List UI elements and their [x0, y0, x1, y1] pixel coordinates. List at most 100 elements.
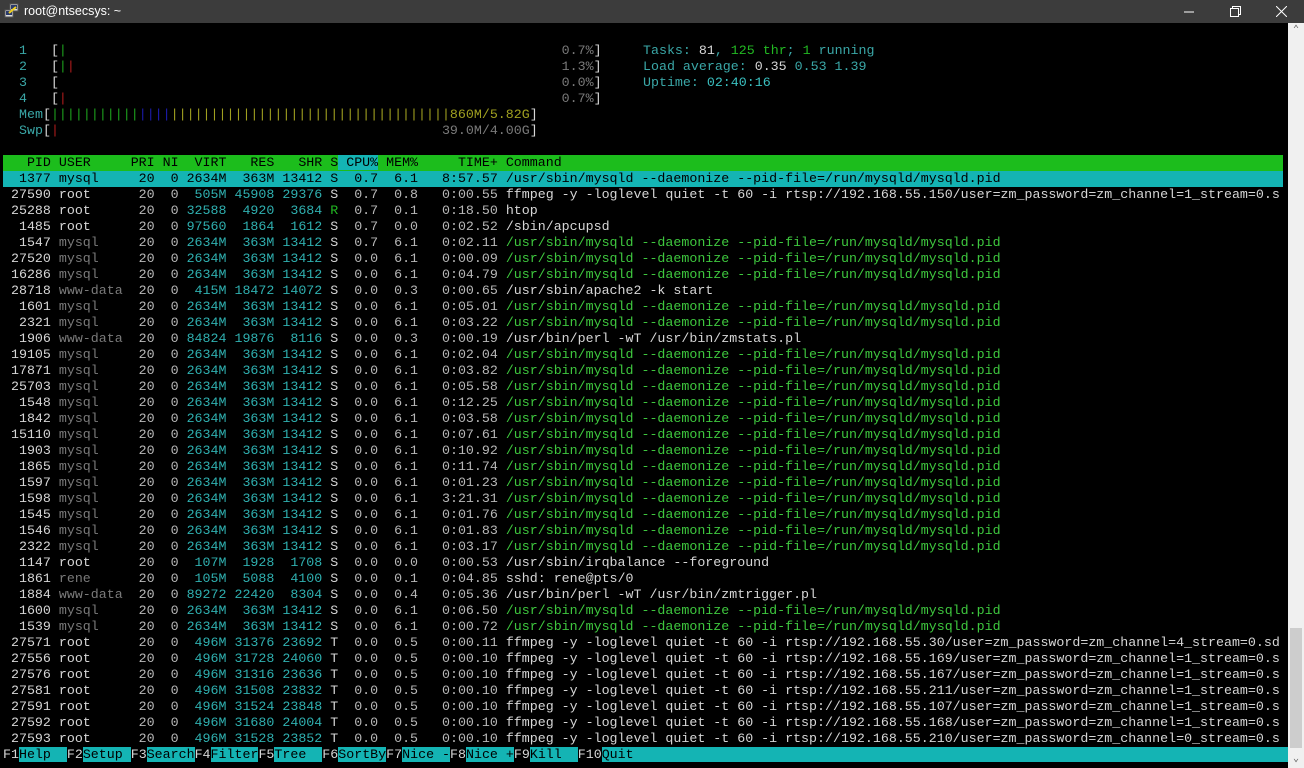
fkey-f8-button[interactable]: F8Nice +	[450, 747, 514, 762]
cell-ni: 0	[154, 203, 179, 218]
swap-meter: Swp[| 39.0M/4.00G]	[19, 123, 538, 139]
cell-cpu: 0.0	[338, 555, 379, 570]
cell-shr: 1612	[274, 219, 323, 234]
column-header-s[interactable]: S	[322, 155, 338, 170]
cell-ni: 0	[154, 523, 179, 538]
cell-mem: 0.8	[378, 187, 419, 202]
process-row[interactable]: 27556 root 20 0 496M 31728 24060 T 0.0 0…	[3, 651, 1280, 667]
process-row[interactable]: 1906 www-data 20 0 84824 19876 8116 S 0.…	[3, 331, 801, 347]
cell-shr: 8304	[274, 587, 323, 602]
cell-time: 0:10.92	[418, 443, 498, 458]
cell-virt: 496M	[178, 683, 227, 698]
meter-bracket-close: ]	[593, 43, 602, 58]
process-row[interactable]: 17871 mysql 20 0 2634M 363M 13412 S 0.0 …	[3, 363, 1001, 379]
cell-virt: 2634M	[178, 395, 227, 410]
process-row[interactable]: 1597 mysql 20 0 2634M 363M 13412 S 0.0 6…	[3, 475, 1001, 491]
process-row[interactable]: 1545 mysql 20 0 2634M 363M 13412 S 0.0 6…	[3, 507, 1001, 523]
scrollbar-thumb[interactable]	[1290, 628, 1302, 748]
process-row[interactable]: 27590 root 20 0 505M 45908 29376 S 0.7 0…	[3, 187, 1280, 203]
column-header-time[interactable]: TIME+	[418, 155, 498, 170]
fkey-f5-button[interactable]: F5Tree	[258, 747, 323, 762]
fkey-f2-button[interactable]: F2Setup	[67, 747, 131, 762]
cell-mem: 0.5	[378, 683, 419, 698]
process-row[interactable]: 27591 root 20 0 496M 31524 23848 T 0.0 0…	[3, 699, 1280, 715]
process-row[interactable]: 1884 www-data 20 0 89272 22420 8304 S 0.…	[3, 587, 817, 603]
cell-s: S	[322, 267, 339, 282]
cell-cpu: 0.0	[338, 427, 379, 442]
process-row[interactable]: 25703 mysql 20 0 2634M 363M 13412 S 0.0 …	[3, 379, 1001, 395]
terminal-area[interactable]: 1 [| 0.7%] 2 [|| 1.3%] 3 [0.0%] 4 [| 0.…	[0, 23, 1304, 768]
cell-ni: 0	[154, 171, 179, 186]
process-row[interactable]: 1547 mysql 20 0 2634M 363M 13412 S 0.7 6…	[3, 235, 1001, 251]
column-header-pri[interactable]: PRI	[123, 155, 155, 170]
process-row[interactable]: 16286 mysql 20 0 2634M 363M 13412 S 0.0 …	[3, 267, 1001, 283]
cell-virt: 2634M	[178, 507, 227, 522]
process-row[interactable]: 25288 root 20 0 32588 4920 3684 R 0.7 0.…	[3, 203, 538, 219]
cell-virt: 496M	[178, 651, 227, 666]
column-header-res[interactable]: RES	[226, 155, 274, 170]
process-row[interactable]: 1546 mysql 20 0 2634M 363M 13412 S 0.0 6…	[3, 523, 1001, 539]
cell-shr: 13412	[274, 475, 323, 490]
column-header-command[interactable]: Command	[498, 155, 562, 170]
close-button[interactable]	[1258, 0, 1304, 23]
scroll-down-icon[interactable]: ⌄	[1288, 752, 1304, 768]
process-row[interactable]: 1147 root 20 0 107M 1928 1708 S 0.0 0.0 …	[3, 555, 769, 571]
cell-ni: 0	[154, 395, 179, 410]
column-header-mem[interactable]: MEM%	[378, 155, 418, 170]
process-row[interactable]: 27520 mysql 20 0 2634M 363M 13412 S 0.0 …	[3, 251, 1001, 267]
scroll-up-icon[interactable]: ⌃	[1288, 23, 1304, 39]
cell-time: 0:03.17	[418, 539, 498, 554]
process-row[interactable]: 28718 www-data 20 0 415M 18472 14072 S 0…	[3, 283, 713, 299]
process-row[interactable]: 27571 root 20 0 496M 31376 23692 T 0.0 0…	[3, 635, 1280, 651]
fkey-f4-button[interactable]: F4Filter	[195, 747, 259, 762]
fkey-f10-button[interactable]: F10Quit	[578, 747, 634, 762]
process-row[interactable]: 2322 mysql 20 0 2634M 363M 13412 S 0.0 6…	[3, 539, 1001, 555]
process-row[interactable]: 1861 rene 20 0 105M 5088 4100 S 0.0 0.1 …	[3, 571, 634, 587]
cell-res: 363M	[226, 539, 275, 554]
fkey-f1-button[interactable]: F1Help	[3, 747, 67, 762]
column-header-ni[interactable]: NI	[155, 155, 179, 170]
process-row[interactable]: 15110 mysql 20 0 2634M 363M 13412 S 0.0 …	[3, 427, 1001, 443]
cell-ni: 0	[154, 683, 179, 698]
column-header-cpu[interactable]: CPU%	[338, 155, 379, 170]
process-row[interactable]: 1842 mysql 20 0 2634M 363M 13412 S 0.0 6…	[3, 411, 1001, 427]
process-row[interactable]: 27581 root 20 0 496M 31508 23832 T 0.0 0…	[3, 683, 1280, 699]
restore-button[interactable]	[1212, 0, 1258, 23]
process-row[interactable]: 1601 mysql 20 0 2634M 363M 13412 S 0.0 6…	[3, 299, 1001, 315]
vertical-scrollbar[interactable]: ⌃ ⌄	[1288, 23, 1304, 768]
column-header-shr[interactable]: SHR	[274, 155, 322, 170]
process-row[interactable]: 19105 mysql 20 0 2634M 363M 13412 S 0.0 …	[3, 347, 1001, 363]
column-header-user[interactable]: USER	[51, 155, 123, 170]
minimize-button[interactable]	[1166, 0, 1212, 23]
process-row[interactable]: 1548 mysql 20 0 2634M 363M 13412 S 0.0 6…	[3, 395, 1001, 411]
process-row[interactable]: 1377 mysql 20 0 2634M 363M 13412 S 0.7 6…	[3, 171, 1283, 187]
cell-pid: 1598	[3, 491, 51, 506]
process-row[interactable]: 27593 root 20 0 496M 31528 23852 T 0.0 0…	[3, 731, 1280, 747]
process-row[interactable]: 1600 mysql 20 0 2634M 363M 13412 S 0.0 6…	[3, 603, 1001, 619]
cell-virt: 2634M	[178, 443, 227, 458]
process-row[interactable]: 1865 mysql 20 0 2634M 363M 13412 S 0.0 6…	[3, 459, 1001, 475]
meter-bar-green: |||||||||||	[50, 107, 139, 122]
cell-mem: 6.1	[378, 379, 419, 394]
fkey-label: F1	[3, 747, 19, 762]
process-row[interactable]: 27576 root 20 0 496M 31316 23636 T 0.0 0…	[3, 667, 1280, 683]
fkey-action: Tree	[274, 747, 323, 762]
cell-shr: 13412	[274, 347, 323, 362]
process-row[interactable]: 27592 root 20 0 496M 31680 24004 T 0.0 0…	[3, 715, 1280, 731]
fkey-f9-button[interactable]: F9Kill	[514, 747, 578, 762]
cell-pid: 27590	[3, 187, 51, 202]
process-row[interactable]: 2321 mysql 20 0 2634M 363M 13412 S 0.0 6…	[3, 315, 1001, 331]
column-header-virt[interactable]: VIRT	[179, 155, 227, 170]
process-row[interactable]: 1539 mysql 20 0 2634M 363M 13412 S 0.0 6…	[3, 619, 1001, 635]
column-header-pid[interactable]: PID	[3, 155, 51, 170]
meter-bracket-close: ]	[529, 123, 538, 138]
fkey-f6-button[interactable]: F6SortBy	[322, 747, 387, 762]
cell-mem: 6.1	[378, 251, 419, 266]
cell-command: ffmpeg -y -loglevel quiet -t 60 -i rtsp:…	[497, 667, 1280, 682]
process-row[interactable]: 1903 mysql 20 0 2634M 363M 13412 S 0.0 6…	[3, 443, 1001, 459]
process-row[interactable]: 1485 root 20 0 97560 1864 1612 S 0.7 0.0…	[3, 219, 610, 235]
process-row[interactable]: 1598 mysql 20 0 2634M 363M 13412 S 0.0 6…	[3, 491, 1001, 507]
fkey-f3-button[interactable]: F3Search	[131, 747, 195, 762]
fkey-f7-button[interactable]: F7Nice -	[386, 747, 451, 762]
cell-pri: 20	[122, 459, 155, 474]
